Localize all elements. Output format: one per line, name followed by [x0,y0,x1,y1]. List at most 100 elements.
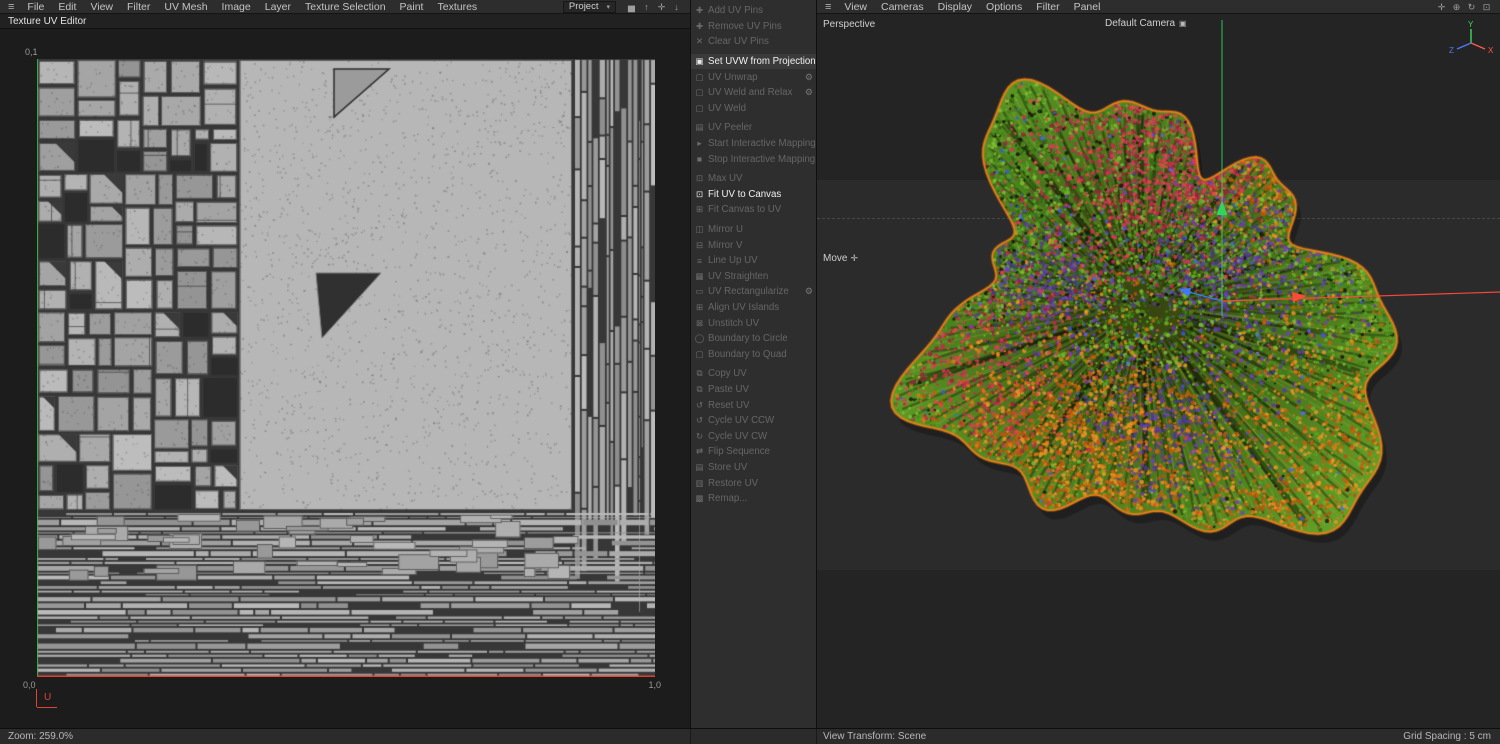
command-max-uv[interactable]: ⊡ Max UV [691,171,816,187]
menu-filter[interactable]: Filter [120,0,157,14]
uv-menubar-items: File Edit View Filter UV Mesh Image Layer Textu… [20,0,484,14]
command-unstitch-uv[interactable]: ⊠ Unstitch UV [691,315,816,331]
command-label: UV Rectangularize [708,286,789,298]
viewport-menu-view[interactable]: View [837,0,874,14]
command-label: Align UV Islands [708,301,780,313]
command-paste-uv[interactable]: ⧉ Paste UV [691,382,816,398]
command-store-uv[interactable]: ▤ Store UV [691,460,816,476]
command-uv-weld[interactable]: ▢ UV Weld [691,101,816,117]
command-copy-uv[interactable]: ⧉ Copy UV [691,366,816,382]
viewport-menu-filter[interactable]: Filter [1029,0,1066,14]
uv-unwrap-icon: ▢ [695,71,704,82]
menu-view[interactable]: View [83,0,120,14]
command-add-uv-pins[interactable]: ✚ Add UV Pins [691,3,816,19]
uv-weld-icon: ▢ [695,102,704,113]
arrow-down-icon[interactable]: ↓ [670,0,683,14]
uv-corner-bottom-right: 1,0 [648,680,661,690]
command-uv-weld-and-relax[interactable]: ▢ UV Weld and Relax ⚙ [691,85,816,101]
fit-canvas-to-uv-icon: ⊞ [695,204,704,215]
command-clear-uv-pins[interactable]: ✕ Clear UV Pins [691,34,816,50]
command-label: Store UV [708,461,748,473]
uv-corner-bottom-left: 0,0 [23,680,36,690]
coral-model[interactable] [875,55,1425,615]
menu-file[interactable]: File [20,0,51,14]
u-axis-indicator: U [36,689,62,708]
viewport-menu-options[interactable]: Options [979,0,1029,14]
store-uv-icon: ▤ [695,461,704,472]
command-flip-sequence[interactable]: ⇄ Flip Sequence [691,444,816,460]
uv-square[interactable]: 0,1 0,0 1,0 U [23,47,661,708]
histogram-icon[interactable]: ▅ [625,0,638,14]
gear-icon[interactable]: ⚙ [803,286,813,297]
command-uv-unwrap[interactable]: ▢ UV Unwrap ⚙ [691,69,816,85]
u-axis-label: U [44,692,52,703]
arrow-up-icon[interactable]: ↑ [640,0,653,14]
command-uv-rectangularize[interactable]: ▭ UV Rectangularize ⚙ [691,284,816,300]
menu-icon[interactable]: ≡ [819,1,837,13]
uv-canvas-area[interactable]: 0,1 0,0 1,0 U [0,29,690,728]
command-label: Boundary to Quad [708,348,787,360]
axis-orientation-hud: Y X Z [1449,20,1494,55]
gear-icon[interactable]: ⚙ [803,72,813,83]
hand-icon[interactable]: ✛ [655,0,668,14]
command-stop-interactive-mapping[interactable]: ■ Stop Interactive Mapping [691,151,816,167]
command-reset-uv[interactable]: ↺ Reset UV [691,397,816,413]
menu-paint[interactable]: Paint [393,0,431,14]
viewport-menu-cameras[interactable]: Cameras [874,0,931,14]
command-line-up-uv[interactable]: ≡ Line Up UV [691,253,816,269]
gear-icon[interactable]: ⚙ [803,87,813,98]
command-label: UV Peeler [708,122,753,134]
command-fit-canvas-to-uv[interactable]: ⊞ Fit Canvas to UV [691,202,816,218]
command-boundary-to-quad[interactable]: ▢ Boundary to Quad [691,346,816,362]
menu-uv-mesh[interactable]: UV Mesh [157,0,214,14]
command-set-uvw-from-projection[interactable]: ▣Set UVW from Projection⚙ [691,53,816,70]
command-label: Remap... [708,493,748,505]
grid-spacing-status: Grid Spacing : 5 cm [1403,731,1491,742]
stop-interactive-mapping-icon: ■ [696,154,703,165]
command-remove-uv-pins[interactable]: ✚ Remove UV Pins [691,19,816,35]
rotate-view-icon[interactable]: ↻ [1465,0,1478,14]
command-start-interactive-mapping[interactable]: ▸ Start Interactive Mapping [691,136,816,152]
zoom-view-icon[interactable]: ⊕ [1450,0,1463,14]
set-uvw-from-projection-icon: ▣ [695,56,704,67]
viewport-menubar-items: View Cameras Display Options Filter Panel [837,0,1107,14]
uv-commands-list: ✚ Add UV Pins ✚ Remove UV Pins ✕ Clear UV Pin… [691,3,816,506]
line-up-uv-icon: ≡ [697,255,702,266]
command-uv-straighten[interactable]: ▦ UV Straighten [691,269,816,285]
viewport-view-icons: ✛ ⊕ ↻ ⊡ [1434,0,1494,14]
menu-image[interactable]: Image [215,0,258,14]
command-align-uv-islands[interactable]: ⊞ Align UV Islands [691,300,816,316]
menu-icon[interactable]: ≡ [2,1,20,13]
menu-textures[interactable]: Textures [430,0,484,14]
pan-view-icon[interactable]: ✛ [1435,0,1448,14]
command-fit-uv-to-canvas[interactable]: ⊡ Fit UV to Canvas [691,187,816,203]
command-label: Max UV [708,173,743,185]
command-label: Unstitch UV [708,317,760,329]
command-boundary-to-circle[interactable]: ◯ Boundary to Circle [691,331,816,347]
viewport-menu-display[interactable]: Display [931,0,979,14]
flip-sequence-icon: ⇄ [695,446,704,457]
command-restore-uv[interactable]: ▥ Restore UV [691,475,816,491]
command-cycle-uv-cw[interactable]: ↻ Cycle UV CW [691,428,816,444]
status-bar-middle [690,729,817,744]
camera-label[interactable]: Default Camera ▣ [1105,18,1187,29]
menu-edit[interactable]: Edit [51,0,83,14]
restore-uv-icon: ▥ [695,477,704,488]
command-mirror-u[interactable]: ◫ Mirror U [691,222,816,238]
toggle-view-icon[interactable]: ⊡ [1480,0,1493,14]
command-cycle-uv-ccw[interactable]: ↺ Cycle UV CCW [691,413,816,429]
viewport-menu-panel[interactable]: Panel [1067,0,1108,14]
panel-title-bar: Texture UV Editor [0,14,690,29]
command-mirror-v[interactable]: ⊟ Mirror V [691,237,816,253]
uv-map-canvas[interactable] [37,59,655,677]
command-label: Copy UV [708,368,747,380]
view-transform-status: View Transform: Scene [823,731,927,742]
menu-layer[interactable]: Layer [258,0,298,14]
project-dropdown[interactable]: Project ▾ [562,0,616,13]
command-remap[interactable]: ▩ Remap... [691,491,816,507]
command-uv-peeler[interactable]: ▤ UV Peeler [691,120,816,136]
command-label: Reset UV [708,399,750,411]
menu-texture-selection[interactable]: Texture Selection [298,0,393,14]
viewport-3d-view[interactable]: Perspective Default Camera ▣ Move ✛ Y X Z [817,14,1500,728]
command-label: Flip Sequence [708,446,770,458]
